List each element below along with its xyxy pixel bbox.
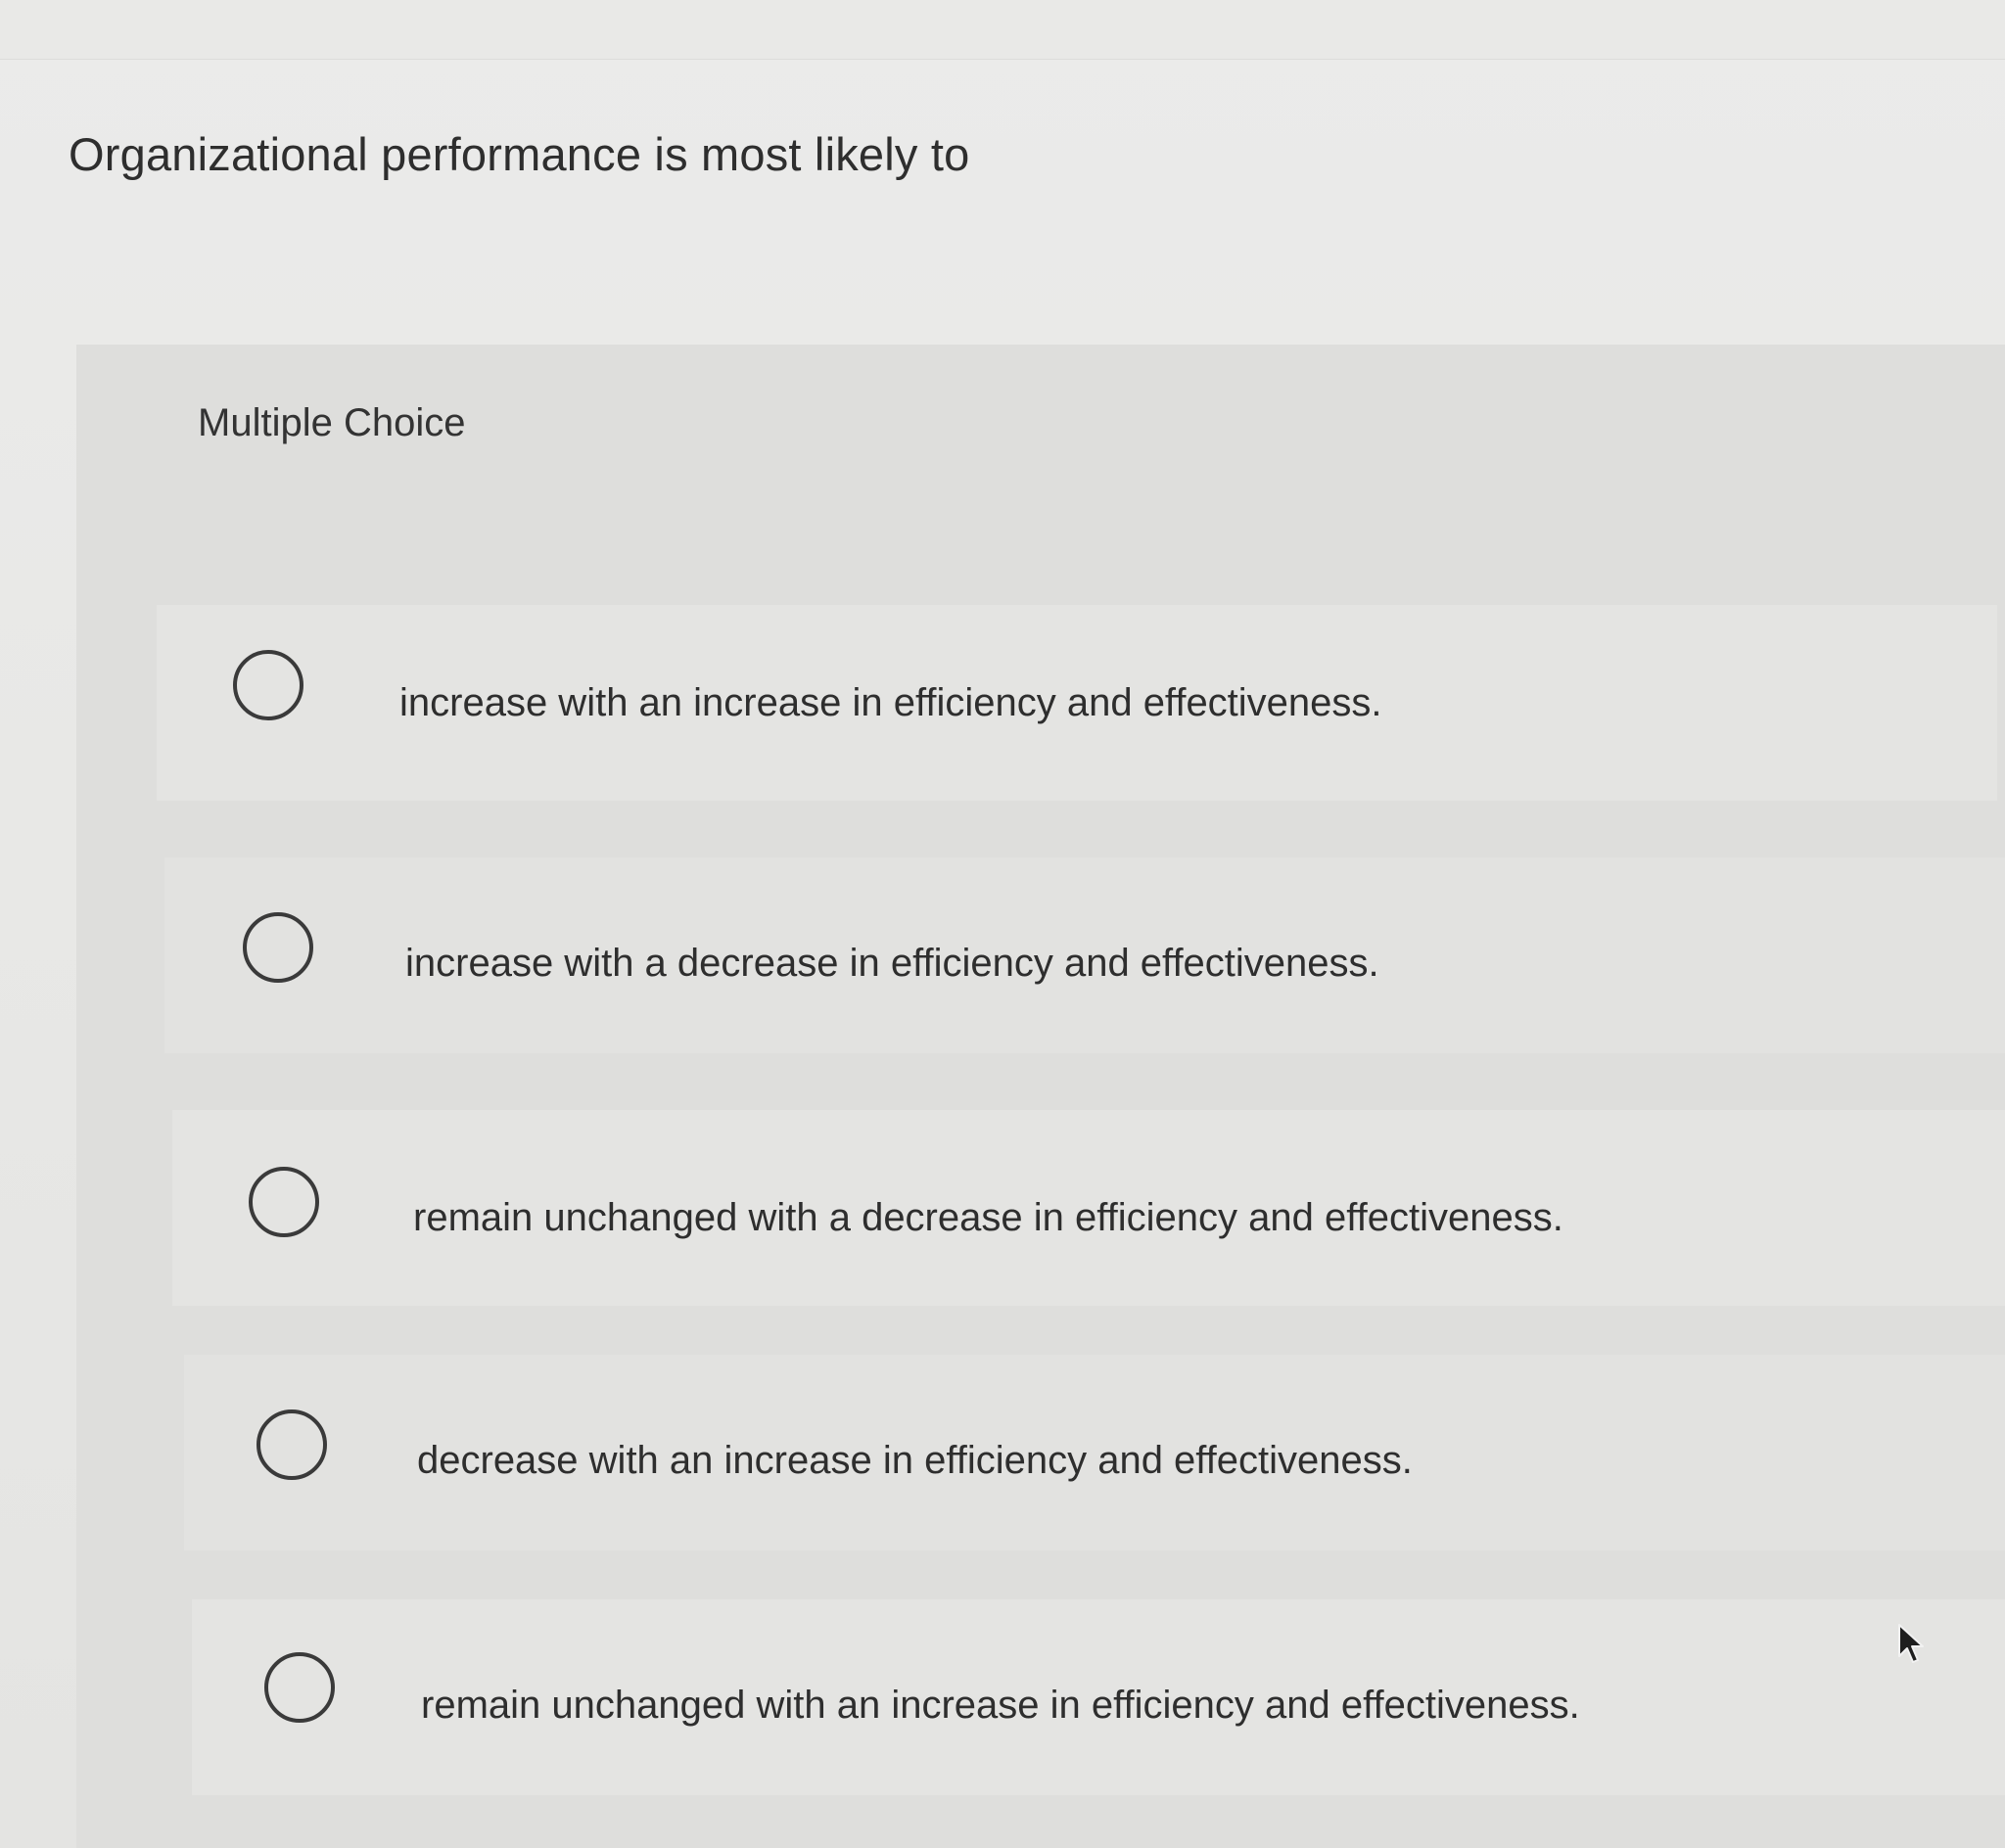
- answer-option-1[interactable]: increase with an increase in efficiency …: [157, 605, 1997, 801]
- answer-option-3[interactable]: remain unchanged with a decrease in effi…: [172, 1110, 2005, 1306]
- radio-circle-icon[interactable]: [249, 1167, 319, 1237]
- answer-option-4[interactable]: decrease with an increase in efficiency …: [184, 1355, 2005, 1550]
- answer-option-label: increase with a decrease in efficiency a…: [405, 942, 1379, 985]
- radio-circle-icon[interactable]: [243, 912, 313, 983]
- answer-option-5[interactable]: remain unchanged with an increase in eff…: [192, 1599, 2005, 1795]
- question-prompt: Organizational performance is most likel…: [69, 128, 970, 180]
- question-type-label: Multiple Choice: [198, 401, 466, 444]
- radio-circle-icon[interactable]: [256, 1409, 327, 1480]
- answer-option-label: decrease with an increase in efficiency …: [417, 1439, 1413, 1482]
- answer-option-label: remain unchanged with an increase in eff…: [421, 1684, 1580, 1727]
- answer-option-label: remain unchanged with a decrease in effi…: [413, 1196, 1563, 1239]
- quiz-page: Organizational performance is most likel…: [0, 0, 2005, 1848]
- answer-option-2[interactable]: increase with a decrease in efficiency a…: [164, 857, 2005, 1053]
- mouse-pointer-icon: [1898, 1624, 1924, 1663]
- top-strip: [0, 0, 2005, 60]
- answer-option-label: increase with an increase in efficiency …: [399, 681, 1382, 724]
- radio-circle-icon[interactable]: [264, 1652, 335, 1723]
- radio-circle-icon[interactable]: [233, 650, 303, 720]
